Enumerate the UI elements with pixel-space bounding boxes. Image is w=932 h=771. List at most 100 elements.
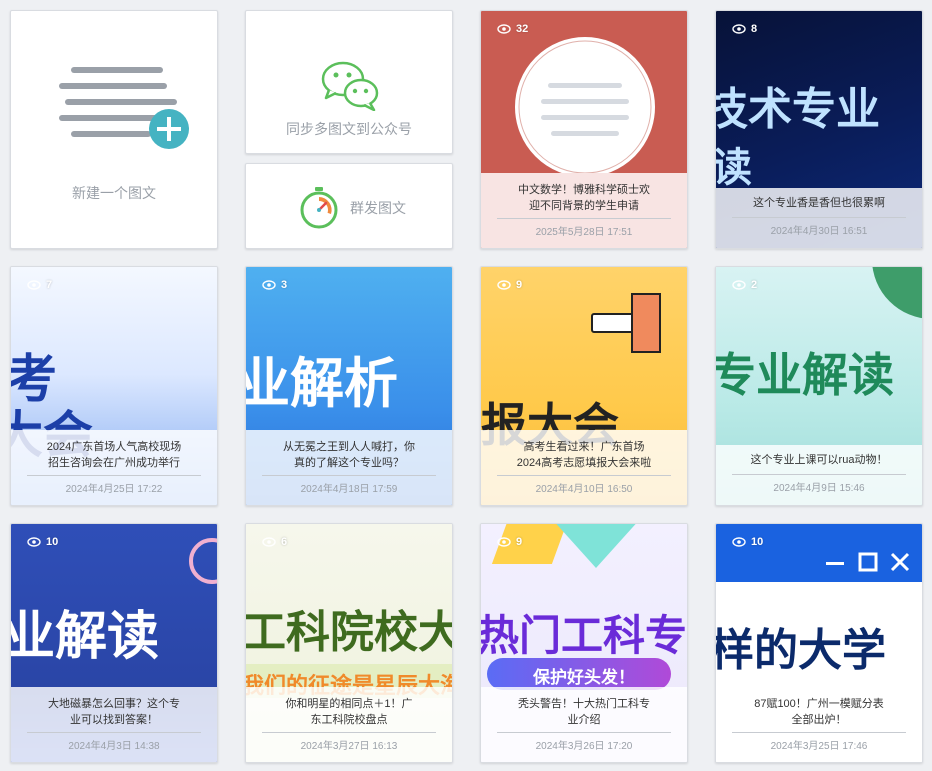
post-caption: 2024广东首场人气高校现场 招生咨询会在广州成功举行 2024年4月25日 17… — [11, 430, 217, 505]
banner-text: 业解读 — [10, 607, 160, 667]
view-count: 32 — [497, 23, 528, 35]
banner-text: 工科院校大 — [245, 607, 452, 658]
eye-icon — [27, 280, 41, 290]
caption-divider — [497, 218, 671, 219]
sync-to-mp-label: 同步多图文到公众号 — [286, 121, 412, 137]
post-title-line: 从无冕之王到人人喊打，你 — [283, 441, 415, 453]
post-caption: 中文数学！博雅科学硕士欢 迎不同背景的学生申请 2025年5月28日 17:51 — [481, 173, 687, 248]
banner-text: 热门工科专 — [480, 611, 687, 660]
post-card[interactable]: 业解析 3 从无冕之王到人人喊打，你 真的了解这个专业吗？ 2024年4月18日 … — [245, 266, 453, 506]
post-card[interactable]: 报大会 9 高考生看过来！广东首场 2024高考志愿填报大会来啦 2024年4月1… — [480, 266, 688, 506]
view-count: 10 — [27, 536, 58, 548]
caption-divider — [262, 732, 436, 733]
view-count: 9 — [497, 279, 522, 291]
caption-divider — [732, 217, 906, 218]
view-count: 3 — [262, 279, 287, 291]
post-title-line: 2024高考志愿填报大会来啦 — [516, 457, 652, 469]
post-card[interactable]: 样的大学 10 87赋100！广州一模赋分表 全部出炉！ 2024年3月25日 1… — [715, 523, 923, 763]
post-caption: 秃头警告！十大热门工科专 业介绍 2024年3月26日 17:20 — [481, 687, 687, 762]
post-date: 2025年5月28日 17:51 — [535, 227, 633, 238]
post-card[interactable]: 业解读 10 大地磁暴怎么回事？这个专 业可以找到答案！ 2024年4月3日 14… — [10, 523, 218, 763]
post-date: 2024年4月30日 16:51 — [770, 226, 868, 237]
view-count: 9 — [497, 536, 522, 548]
triangle-decor — [551, 524, 641, 568]
post-caption: 这个专业香是香但也很累啊 2024年4月30日 16:51 — [716, 188, 922, 248]
post-date: 2024年3月25日 17:46 — [770, 741, 868, 752]
post-card[interactable]: 专业解读 2 这个专业上课可以rua动物！ 2024年4月9日 15:46 — [715, 266, 923, 506]
post-date: 2024年3月26日 17:20 — [535, 741, 633, 752]
banner-text: 读 — [715, 145, 752, 191]
post-caption: 你和明星的相同点＋1！广 东工科院校盘点 2024年3月27日 16:13 — [246, 687, 452, 762]
post-title-line: 招生咨询会在广州成功举行 — [47, 457, 180, 469]
banner-text: 业解析 — [245, 352, 398, 415]
mass-send-card[interactable]: 群发图文 — [245, 163, 453, 249]
eye-icon — [262, 280, 276, 290]
eye-icon — [497, 24, 511, 34]
eye-icon — [732, 24, 746, 34]
post-title-line: 真的了解这个专业吗？ — [294, 457, 404, 469]
post-caption: 87赋100！广州一模赋分表 全部出炉！ 2024年3月25日 17:46 — [716, 687, 922, 762]
new-post-card[interactable]: 新建一个图文 — [10, 10, 218, 249]
window-controls-icon — [826, 552, 910, 572]
eye-icon — [262, 537, 276, 547]
view-count: 6 — [262, 536, 287, 548]
post-caption: 高考生看过来！广东首场 2024高考志愿填报大会来啦 2024年4月10日 16:… — [481, 430, 687, 505]
view-count: 7 — [27, 279, 52, 291]
eye-icon — [732, 280, 746, 290]
post-caption: 从无冕之王到人人喊打，你 真的了解这个专业吗？ 2024年4月18日 17:59 — [246, 430, 452, 505]
banner-subtext: 保护好头发！ — [533, 668, 635, 688]
new-document-icon — [59, 67, 189, 149]
eye-icon — [497, 537, 511, 547]
post-title-line: 高考生看过来！广东首场 — [523, 441, 645, 453]
eye-icon — [732, 537, 746, 547]
eye-icon — [27, 537, 41, 547]
timer-icon — [300, 187, 338, 229]
caption-divider — [732, 732, 906, 733]
post-card[interactable]: 工科院校大 我们的征途是星辰大海 6 你和明星的相同点＋1！广东工科院校盘点 2… — [245, 523, 453, 763]
eye-icon — [497, 280, 511, 290]
caption-divider — [497, 732, 671, 733]
view-count: 8 — [732, 23, 757, 35]
post-title-line: 87赋100！广州一模赋分表 — [754, 698, 884, 710]
planet-decor — [189, 538, 217, 584]
caption-divider — [262, 475, 436, 476]
post-date: 2024年4月25日 17:22 — [65, 484, 163, 495]
post-card[interactable]: 32 中文数学！博雅科学硕士欢 迎不同背景的学生申请 2025年5月28日 17:… — [480, 10, 688, 249]
post-caption: 大地磁暴怎么回事？这个专 业可以找到答案！ 2024年4月3日 14:38 — [11, 687, 217, 762]
banner-text: 技术专业 — [715, 84, 880, 135]
post-title-line: 你和明星的相同点＋1！广 — [285, 698, 413, 710]
caption-divider — [27, 732, 201, 733]
sync-to-mp-card[interactable]: 同步多图文到公众号 — [245, 10, 453, 154]
post-title-line: 2024广东首场人气高校现场 — [46, 441, 182, 453]
post-title-line: 业可以找到答案！ — [70, 714, 158, 726]
post-title-line: 大地磁暴怎么回事？这个专 — [48, 698, 180, 710]
view-count: 10 — [732, 536, 763, 548]
caption-divider — [27, 475, 201, 476]
banner-text: 样的大学 — [715, 625, 886, 676]
post-date: 2024年4月3日 14:38 — [68, 741, 160, 752]
view-count: 2 — [732, 279, 757, 291]
leaf-decor — [872, 267, 922, 319]
decor-block — [631, 293, 661, 353]
post-title-line: 业介绍 — [567, 714, 601, 726]
post-card[interactable]: 热门工科专 保护好头发！ 9 秃头警告！十大热门工科专 业介绍 2024年3月26… — [480, 523, 688, 763]
post-caption: 这个专业上课可以rua动物！ 2024年4月9日 15:46 — [716, 445, 922, 505]
post-date: 2024年3月27日 16:13 — [300, 741, 398, 752]
post-title-line: 东工科院校盘点 — [310, 714, 388, 726]
post-title-line: 中文数学！博雅科学硕士欢 — [518, 184, 650, 196]
wechat-icon — [321, 61, 379, 111]
mass-send-label: 群发图文 — [350, 200, 406, 216]
post-date: 2024年4月9日 15:46 — [773, 483, 865, 494]
caption-divider — [732, 474, 906, 475]
post-date: 2024年4月18日 17:59 — [300, 484, 398, 495]
post-card[interactable]: 考 大会 7 2024广东首场人气高校现场招生咨询会在广州成功举行 2024年4… — [10, 266, 218, 506]
post-title-line: 这个专业香是香但也很累啊 — [753, 197, 885, 209]
post-title-line: 这个专业上课可以rua动物！ — [750, 454, 888, 466]
banner-text: 专业解读 — [715, 348, 894, 402]
post-date: 2024年4月10日 16:50 — [535, 484, 633, 495]
post-title-line: 秃头警告！十大热门工科专 — [518, 698, 650, 710]
post-title-line: 迎不同背景的学生申请 — [529, 200, 639, 212]
post-title-line: 全部出炉！ — [791, 714, 847, 726]
new-post-label: 新建一个图文 — [72, 185, 156, 201]
post-card[interactable]: 技术专业 读 8 这个专业香是香但也很累啊 2024年4月30日 16:51 — [715, 10, 923, 249]
